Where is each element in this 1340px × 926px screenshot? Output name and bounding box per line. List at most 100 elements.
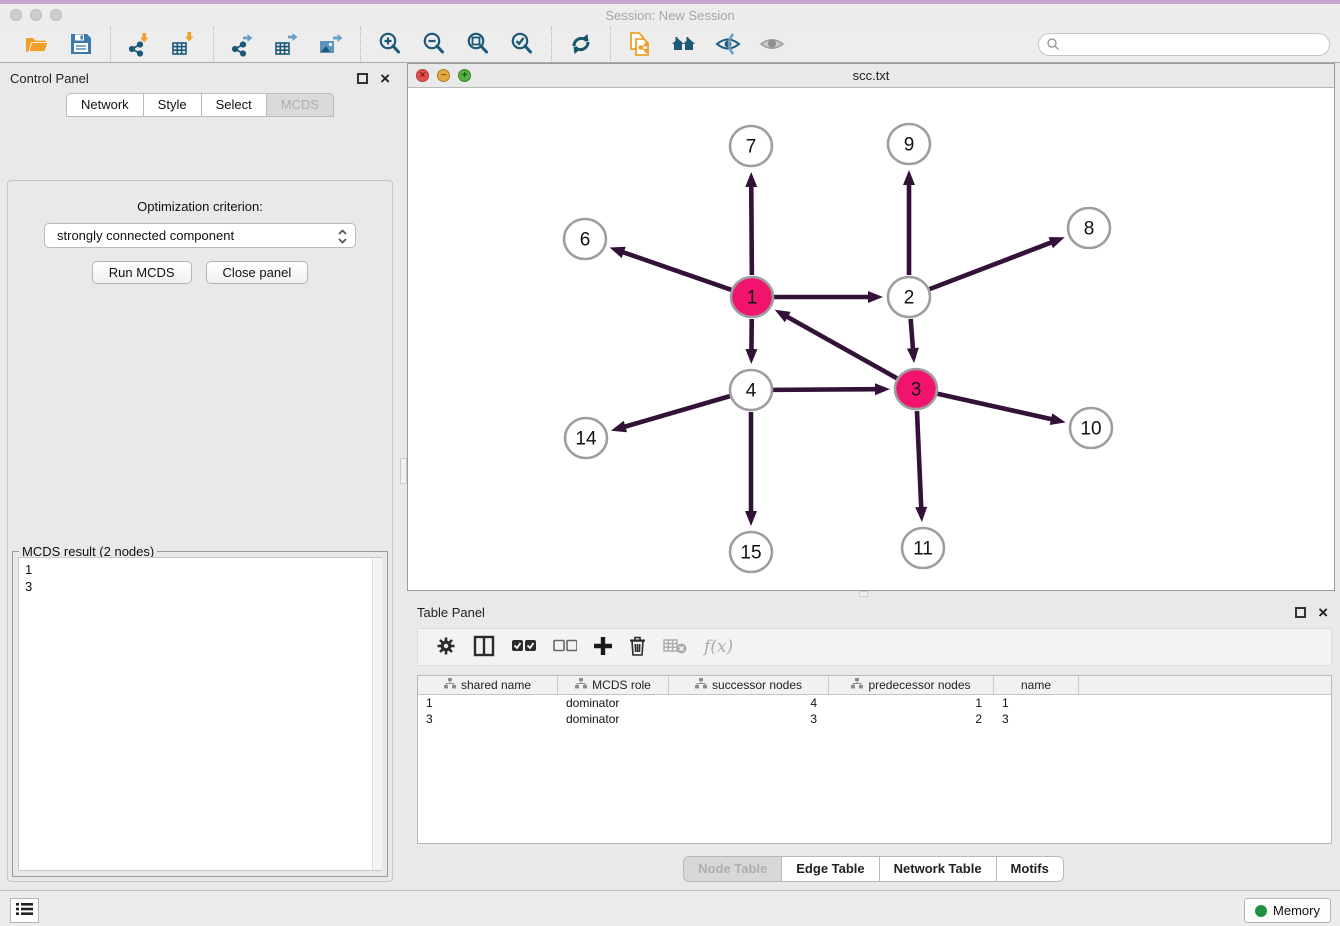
checked-pair-button[interactable] bbox=[512, 639, 536, 655]
toolbar-group bbox=[214, 29, 360, 59]
trash-icon bbox=[629, 636, 646, 659]
tree-sort-icon bbox=[444, 678, 456, 692]
plus-button[interactable] bbox=[594, 637, 612, 658]
column-label: MCDS role bbox=[592, 678, 651, 692]
tab-node-table[interactable]: Node Table bbox=[683, 856, 781, 882]
export-image-button[interactable] bbox=[316, 29, 346, 59]
table-row[interactable]: 3dominator323 bbox=[418, 711, 1331, 727]
search-icon bbox=[1046, 37, 1060, 56]
search-input[interactable] bbox=[1038, 33, 1330, 56]
edge-4-3[interactable] bbox=[773, 389, 877, 390]
table-row[interactable]: 1dominator411 bbox=[418, 695, 1331, 711]
tab-select[interactable]: Select bbox=[201, 93, 266, 117]
zoom-out-button[interactable] bbox=[419, 29, 449, 59]
import-table-button[interactable] bbox=[169, 29, 199, 59]
float-table-panel-icon[interactable] bbox=[1295, 607, 1306, 618]
delete-table-icon bbox=[663, 637, 687, 658]
tab-edge-table[interactable]: Edge Table bbox=[781, 856, 878, 882]
search-container bbox=[1038, 33, 1330, 56]
delete-table-button[interactable] bbox=[663, 637, 687, 658]
eye-disabled-button[interactable] bbox=[757, 29, 787, 59]
zoom-fit-button[interactable] bbox=[463, 29, 493, 59]
tab-network[interactable]: Network bbox=[66, 93, 143, 117]
eye-slash-icon bbox=[715, 31, 741, 57]
save-session-button[interactable] bbox=[66, 29, 96, 59]
tab-motifs[interactable]: Motifs bbox=[996, 856, 1064, 882]
cell-shared-name: 1 bbox=[418, 696, 558, 710]
fx-button[interactable]: f(x) bbox=[704, 637, 733, 657]
tab-network-table[interactable]: Network Table bbox=[879, 856, 996, 882]
export-network-button[interactable] bbox=[228, 29, 258, 59]
edge-3-11[interactable] bbox=[917, 411, 921, 509]
vertical-splitter[interactable] bbox=[400, 63, 407, 890]
eye-slash-button[interactable] bbox=[713, 29, 743, 59]
close-table-panel-icon[interactable]: × bbox=[1318, 607, 1328, 618]
edge-2-8[interactable] bbox=[930, 242, 1053, 289]
column-header-shared-name[interactable]: shared name bbox=[418, 676, 558, 694]
save-session-icon bbox=[68, 31, 94, 57]
table-body: 1dominator4113dominator323 bbox=[418, 695, 1331, 727]
trash-button[interactable] bbox=[629, 636, 646, 659]
edge-2-3[interactable] bbox=[911, 319, 913, 350]
run-mcds-button[interactable]: Run MCDS bbox=[92, 261, 192, 284]
close-panel-button[interactable]: Close panel bbox=[206, 261, 309, 284]
network-graph-canvas[interactable]: 7968124314101511 bbox=[408, 88, 1334, 590]
result-scrollbar[interactable] bbox=[372, 558, 382, 870]
node-label-3: 3 bbox=[911, 380, 922, 401]
import-network-button[interactable] bbox=[125, 29, 155, 59]
refresh-view-button[interactable] bbox=[566, 29, 596, 59]
split-pane-button[interactable] bbox=[473, 635, 495, 660]
column-header-predecessor-nodes[interactable]: predecessor nodes bbox=[829, 676, 994, 694]
edge-3-10[interactable] bbox=[937, 394, 1052, 420]
network-file-title: scc.txt bbox=[408, 68, 1334, 83]
close-panel-icon[interactable]: × bbox=[380, 73, 390, 84]
main-titlebar: Session: New Session bbox=[0, 4, 1340, 26]
zoom-in-icon bbox=[377, 31, 403, 57]
table-panel: Table Panel × f(x) shared name MCDS role s… bbox=[407, 597, 1340, 890]
task-history-button[interactable] bbox=[10, 898, 39, 923]
edge-3-1[interactable] bbox=[786, 316, 897, 378]
tree-sort-icon bbox=[575, 678, 587, 692]
zoom-in-button[interactable] bbox=[375, 29, 405, 59]
criterion-select[interactable]: strongly connected component bbox=[44, 223, 356, 248]
float-panel-icon[interactable] bbox=[357, 73, 368, 84]
toolbar-group bbox=[552, 29, 610, 59]
main-toolbar bbox=[0, 26, 1340, 63]
unchecked-pair-button[interactable] bbox=[553, 639, 577, 655]
edge-1-7[interactable] bbox=[751, 185, 752, 275]
zoom-fit-icon bbox=[465, 31, 491, 57]
zoom-selected-button[interactable] bbox=[507, 29, 537, 59]
memory-button[interactable]: Memory bbox=[1244, 898, 1331, 923]
table-panel-header: Table Panel × bbox=[407, 597, 1340, 627]
clone-network-button[interactable] bbox=[625, 29, 655, 59]
list-icon bbox=[16, 902, 33, 919]
tab-mcds[interactable]: MCDS bbox=[266, 93, 334, 117]
column-header-successor-nodes[interactable]: successor nodes bbox=[669, 676, 829, 694]
tab-style[interactable]: Style bbox=[143, 93, 201, 117]
splitter-grip[interactable] bbox=[400, 458, 407, 484]
tree-sort-icon bbox=[851, 678, 863, 692]
cell-MCDS-role: dominator bbox=[558, 712, 669, 726]
export-table-button[interactable] bbox=[272, 29, 302, 59]
mcds-result-list[interactable]: 13 bbox=[18, 557, 382, 871]
control-panel: Control Panel × NetworkStyleSelectMCDS O… bbox=[0, 63, 400, 890]
control-panel-tabs: NetworkStyleSelectMCDS bbox=[0, 93, 400, 117]
network-view-window: × − + scc.txt 7968124314101511 bbox=[407, 63, 1335, 591]
arrowhead-4-14 bbox=[611, 421, 627, 433]
mcds-buttons: Run MCDS Close panel bbox=[8, 261, 392, 284]
node-label-7: 7 bbox=[746, 137, 757, 158]
open-file-button[interactable] bbox=[22, 29, 52, 59]
toolbar-group bbox=[361, 29, 551, 59]
houses-button[interactable] bbox=[669, 29, 699, 59]
edge-4-14[interactable] bbox=[623, 396, 729, 427]
cell-predecessor-nodes: 1 bbox=[829, 696, 994, 710]
column-label: successor nodes bbox=[712, 678, 802, 692]
arrowhead-2-8 bbox=[1049, 237, 1065, 248]
mcds-panel: Optimization criterion: strongly connect… bbox=[7, 180, 393, 882]
column-header-MCDS-role[interactable]: MCDS role bbox=[558, 676, 669, 694]
gear-button[interactable] bbox=[436, 636, 456, 659]
edge-1-6[interactable] bbox=[622, 252, 731, 290]
session-title: Session: New Session bbox=[0, 8, 1340, 23]
column-header-name[interactable]: name bbox=[994, 676, 1079, 694]
control-panel-title: Control Panel bbox=[10, 71, 357, 86]
